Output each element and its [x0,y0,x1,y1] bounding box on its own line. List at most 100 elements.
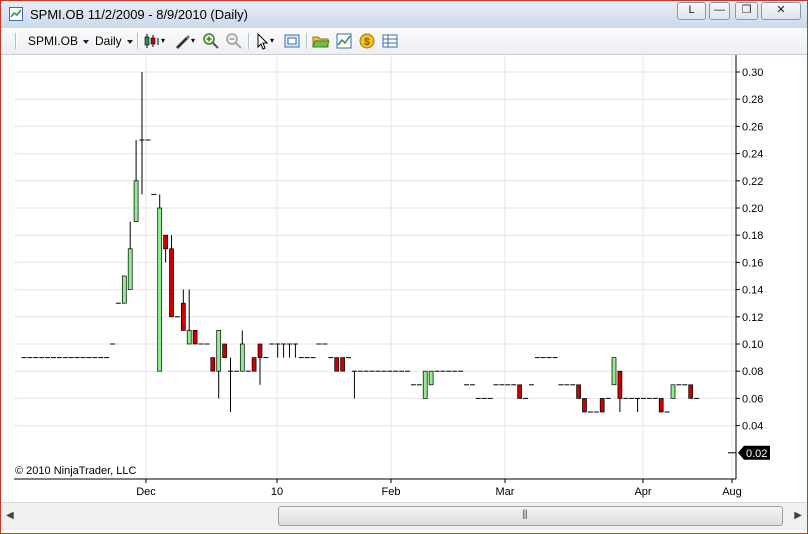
scroll-left-arrow-icon[interactable]: ◀ [6,510,14,521]
horizontal-scrollbar[interactable]: ◀ ||| ▶ [1,502,807,530]
candle-body [576,384,581,399]
zoom-out-icon[interactable] [225,32,243,50]
candlestick-style-icon[interactable] [143,32,161,50]
y-tick-label: 0.14 [742,285,763,297]
candle [163,234,168,263]
candle-body [658,398,664,413]
drawing-tool-icon[interactable] [173,32,191,50]
chevron-down-icon[interactable]: ▾ [191,32,195,50]
toolbar-separator [248,33,250,49]
snapshot-icon[interactable] [283,32,301,50]
candle [422,370,428,399]
minimize-button[interactable]: — [709,2,730,20]
candle [351,370,357,399]
candle [688,384,694,399]
candle-body [121,275,127,304]
candle-body [670,384,676,399]
candle [180,289,186,331]
chart-properties-icon[interactable] [335,32,353,50]
candle-body [428,370,434,386]
candle [239,330,245,372]
toolbar-separator [306,33,308,49]
x-tick-label: Apr [634,486,651,498]
candle [340,357,345,372]
candle-body [611,357,617,386]
y-tick-label: 0.18 [742,230,763,242]
x-tick-label: Dec [136,486,156,498]
candle-body [239,343,245,372]
y-tick-label: 0.06 [742,393,763,405]
candle [635,397,641,412]
candle-body [192,330,198,345]
candle [216,330,222,399]
candle [617,370,623,412]
y-tick-label: 0.12 [742,312,763,324]
candle [517,384,522,399]
candle-body [582,398,587,413]
y-tick-label: 0.28 [742,94,763,106]
candle [133,140,139,222]
candle-body [210,357,216,372]
candle [222,343,227,358]
title-bar[interactable]: SPMI.OB 11/2/2009 - 8/9/2010 (Daily) L —… [1,1,807,29]
price-chart[interactable]: 0.30 0.28 0.26 0.24 0.22 0.20 0.18 0.16 0.14 0.12… [1,55,807,503]
last-price-label: 0.02 [746,448,767,460]
close-button[interactable]: ✕ [761,2,801,20]
candle [257,343,263,385]
chevron-down-icon [126,39,133,44]
toolbar-separator [137,33,139,49]
toolbar: SPMI.OB Daily ▾ ▾ ▾ $ [1,28,807,55]
candle-body [422,370,428,399]
candle [599,398,605,413]
candle-body [251,357,257,372]
candle-body [127,248,133,290]
open-folder-icon[interactable] [312,32,330,50]
chevron-down-icon [83,39,90,44]
candle [121,275,127,304]
y-tick-label: 0.08 [742,366,763,378]
candle-body [163,234,168,250]
interval-label: Daily [95,34,122,48]
l-button[interactable]: L [677,2,706,20]
candle-body [222,343,227,358]
candle [611,357,617,386]
candle [192,330,198,345]
y-tick-label: 0.20 [742,203,763,215]
instrument-selector[interactable]: SPMI.OB [28,32,90,50]
candle-body [216,330,222,372]
zoom-in-icon[interactable] [202,32,220,50]
scrollbar-thumb[interactable]: ||| [278,506,783,526]
candle-body [186,330,192,345]
candle [292,343,298,358]
candle [127,221,133,290]
y-tick-label: 0.24 [742,149,763,161]
money-icon[interactable]: $ [358,32,376,50]
candle [251,357,257,372]
chevron-down-icon[interactable]: ▾ [161,32,165,50]
candle [275,343,281,358]
restore-button[interactable]: ❐ [735,2,758,20]
candle [576,384,581,399]
x-tick-label: Feb [382,486,401,498]
candle [658,398,664,413]
candle-body [157,207,163,372]
candle-body [334,357,340,372]
data-box-icon[interactable] [381,32,399,50]
candle [670,384,676,399]
interval-selector[interactable]: Daily [95,32,133,50]
candle [334,357,340,372]
price-chart-panel[interactable]: 0.30 0.28 0.26 0.24 0.22 0.20 0.18 0.16 0.14 0.12… [1,55,807,503]
candle [139,72,145,195]
scroll-right-arrow-icon[interactable]: ▶ [794,510,802,521]
candle [582,398,587,413]
candle [210,357,216,372]
y-tick-label: 0.26 [742,121,763,133]
x-tick-label: Mar [496,486,515,498]
candle-body [517,384,522,399]
candle-body [340,357,345,372]
x-tick-label: 10 [271,486,283,498]
x-tick-label: Aug [722,486,742,498]
toolbar-grip [15,33,17,49]
candle-body [169,248,174,318]
chevron-down-icon[interactable]: ▾ [270,32,274,50]
